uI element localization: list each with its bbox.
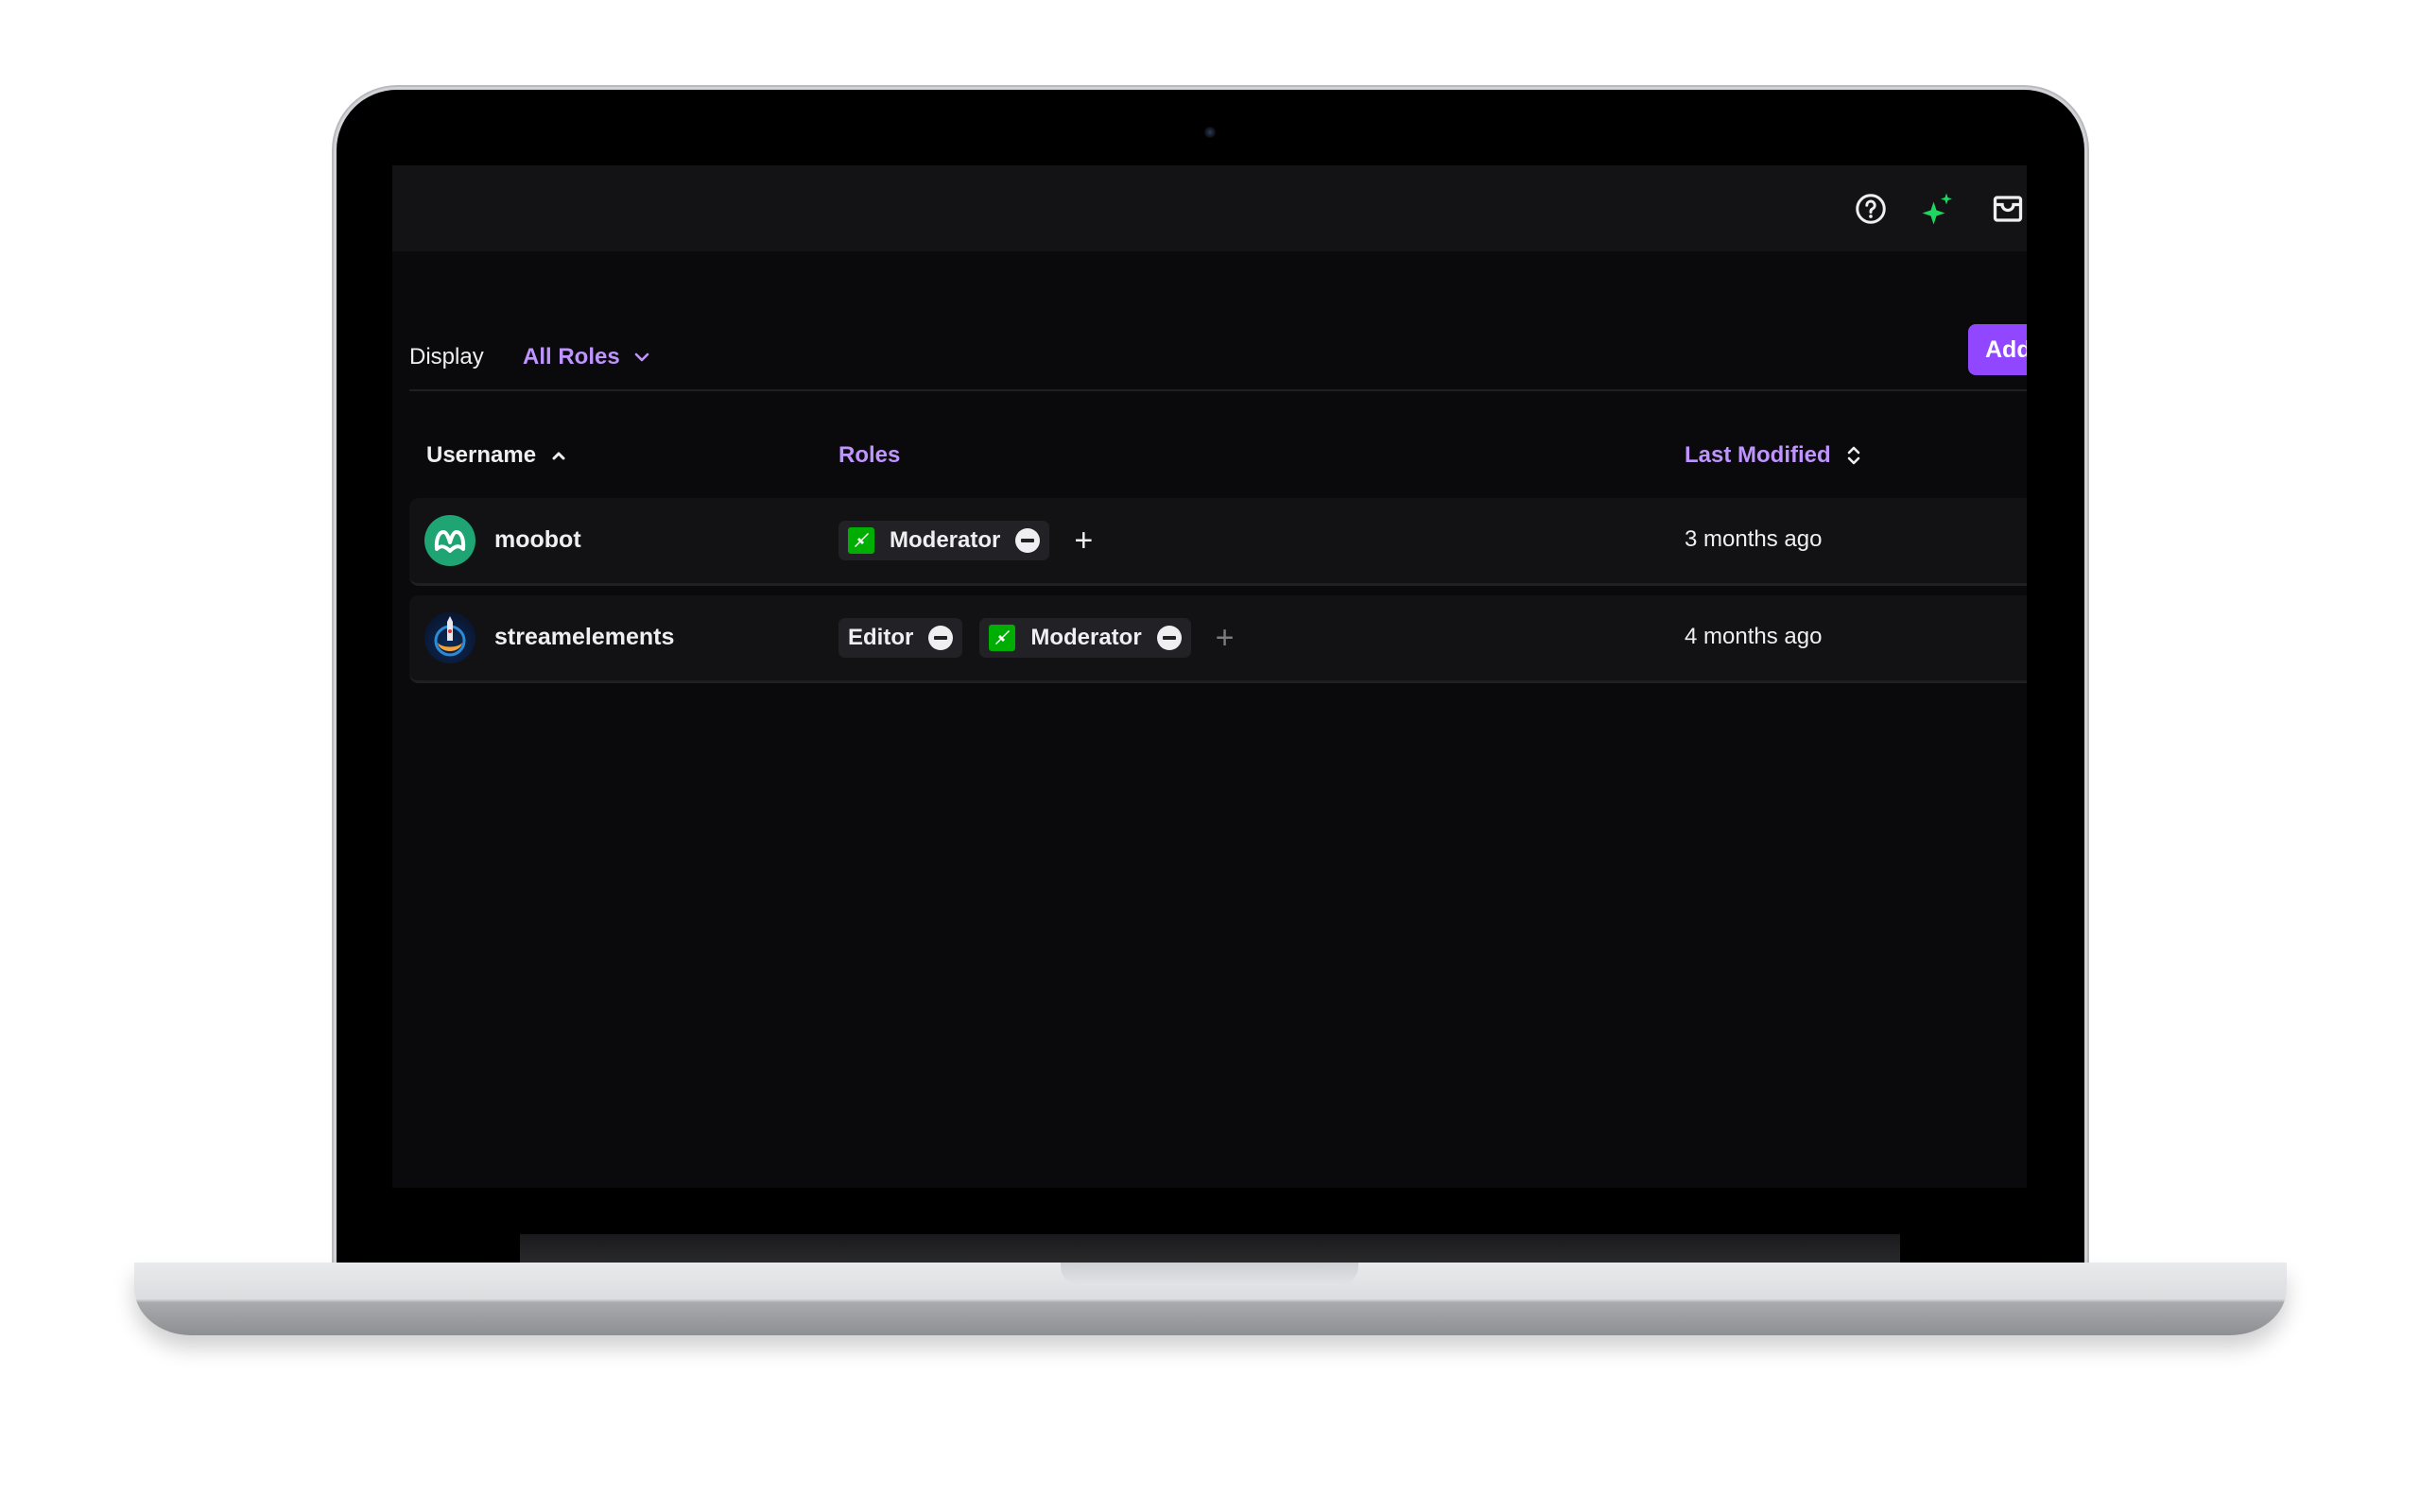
role-chip-moderator: Moderator (838, 521, 1050, 560)
filter-row: Display All Roles (409, 331, 2027, 391)
chevron-down-icon (634, 352, 649, 362)
username-header-label: Username (426, 442, 537, 468)
sparkle-icon[interactable] (1921, 192, 1955, 226)
column-header-last-modified[interactable]: Last Modified (1685, 442, 1861, 469)
roles-filter-value: All Roles (523, 344, 620, 369)
screen: Display All Roles Add Username Roles Las… (392, 165, 2027, 1188)
streamelements-avatar (424, 612, 475, 663)
roles-filter-dropdown[interactable]: All Roles (523, 344, 650, 370)
username[interactable]: moobot (494, 526, 581, 554)
roles-cell: Editor Moderator + (838, 618, 1242, 658)
add-role-button[interactable]: + (1066, 524, 1100, 557)
laptop-hinge (520, 1234, 1900, 1263)
roles-cell: Moderator + (838, 521, 1100, 560)
column-header-roles: Roles (838, 442, 900, 469)
sort-icon (1847, 446, 1859, 465)
add-role-button[interactable]: + (1208, 622, 1242, 654)
remove-role-icon[interactable] (1015, 528, 1041, 553)
moobot-avatar (424, 515, 475, 566)
last-modified: 4 months ago (1685, 624, 1823, 649)
inbox-icon[interactable] (1991, 192, 2025, 226)
role-chip-moderator: Moderator (979, 618, 1191, 658)
remove-role-icon[interactable] (928, 626, 954, 650)
role-label: Editor (848, 625, 914, 650)
top-bar (392, 165, 2027, 251)
sword-icon (989, 625, 1016, 651)
roles-header-label: Roles (838, 442, 901, 468)
camera (1204, 127, 1216, 138)
table-row: moobot Moderator + 3 months ago (409, 498, 2027, 586)
table-row: streamelements Editor Moderator + 4 mont… (409, 595, 2027, 683)
display-label: Display (409, 344, 484, 369)
column-header-username[interactable]: Username (426, 442, 566, 469)
remove-role-icon[interactable] (1156, 626, 1182, 650)
sort-ascending-icon (552, 452, 565, 460)
role-label: Moderator (1030, 625, 1142, 650)
help-icon[interactable] (1854, 192, 1888, 226)
role-label: Moderator (890, 527, 1001, 553)
username[interactable]: streamelements (494, 624, 674, 651)
last-modified-header-label: Last Modified (1685, 442, 1831, 468)
table-header: Username Roles Last Modified (409, 435, 2027, 491)
sword-icon (848, 527, 874, 554)
add-button[interactable]: Add (1968, 324, 2027, 375)
last-modified: 3 months ago (1685, 526, 1823, 552)
role-chip-editor: Editor (838, 618, 963, 658)
laptop-notch (1061, 1263, 1358, 1285)
